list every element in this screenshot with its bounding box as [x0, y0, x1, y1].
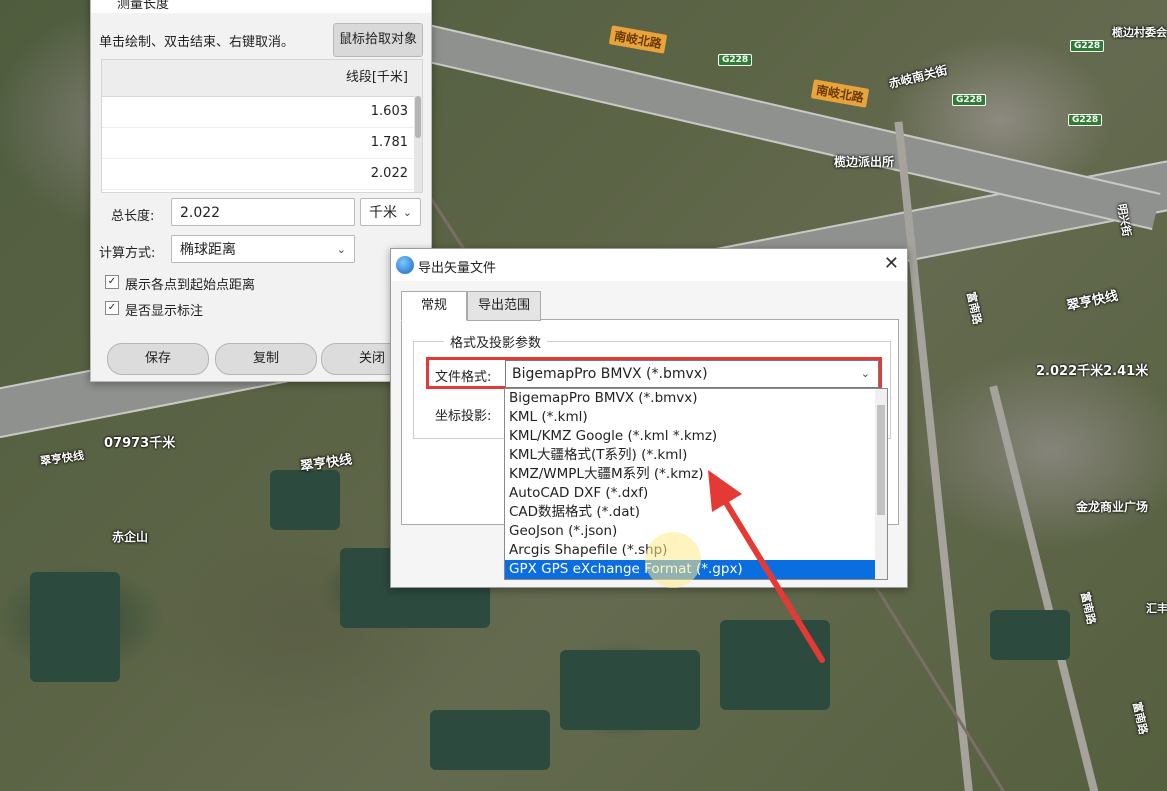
checkbox-show-distance-label: 展示各点到起始点距离: [125, 278, 256, 293]
unit-select[interactable]: 千米 ⌄: [360, 198, 421, 226]
place-label: 榄边派出所: [834, 155, 895, 169]
pond: [30, 572, 120, 682]
format-option[interactable]: AutoCAD DXF (*.dxf): [505, 484, 875, 503]
pond: [270, 470, 340, 530]
group-title: 格式及投影参数: [444, 332, 548, 351]
panel-title: 测量长度: [117, 0, 170, 12]
total-length-label: 总长度:: [111, 209, 155, 224]
segment-row[interactable]: 1.603: [102, 97, 422, 128]
format-option[interactable]: CAD数据格式 (*.dat): [505, 503, 875, 522]
calc-method-value: 椭球距离: [180, 242, 236, 258]
segment-table[interactable]: 线段[千米] 1.603 1.781 2.022: [101, 59, 423, 193]
segment-column-header: 线段[千米]: [102, 60, 422, 97]
highway-shield: G228: [1068, 114, 1103, 126]
highway-shield: G228: [1070, 40, 1105, 52]
road-label: 翠亨快线: [39, 448, 85, 468]
unit-value: 千米: [369, 205, 397, 221]
road-label: 翠亨快线: [299, 452, 354, 475]
calc-method-select[interactable]: 椭球距离 ⌄: [171, 235, 355, 263]
measure-length-panel: 测量长度 单击绘制、双击结束、右键取消。 鼠标拾取对象 线段[千米] 1.603…: [90, 0, 432, 382]
tab-export-range[interactable]: 导出范围: [467, 291, 541, 321]
dialog-title: 导出矢量文件: [418, 261, 497, 276]
format-option[interactable]: KML/KMZ Google (*.kml *.kmz): [505, 427, 875, 446]
chevron-down-icon: ⌄: [336, 243, 346, 256]
hint-text: 单击绘制、双击结束、右键取消。: [99, 35, 295, 50]
format-option[interactable]: KMZ/WMPL大疆M系列 (*.kmz): [505, 465, 875, 484]
road-label: 翠亨快线: [1065, 288, 1120, 315]
street-label: 汇丰: [1146, 602, 1167, 615]
projection-label: 坐标投影:: [435, 409, 492, 424]
table-scroll-thumb[interactable]: [415, 96, 421, 138]
copy-button[interactable]: 复制: [215, 343, 317, 375]
close-icon[interactable]: ✕: [884, 253, 899, 274]
rail-line-2: [858, 560, 1021, 791]
street-label: 富南路: [1078, 590, 1098, 626]
highway-shield: G228: [952, 94, 987, 106]
upper-road: [411, 22, 1161, 230]
tab-general[interactable]: 常规: [401, 291, 467, 321]
street-label: 富南路: [964, 290, 984, 326]
measure-label: 2.022千米2.41米: [1036, 364, 1149, 379]
chevron-down-icon: ⌄: [860, 367, 870, 380]
pond: [430, 710, 550, 770]
checkbox-show-label[interactable]: ✓: [105, 301, 119, 315]
street-label: 富南路: [1130, 700, 1150, 736]
side-road-2: [989, 385, 1099, 791]
checkbox-show-distance[interactable]: ✓: [105, 275, 119, 289]
highway-shield: G228: [718, 54, 753, 66]
panel-titlebar[interactable]: 测量长度: [91, 0, 431, 13]
road-label: 南岐北路: [810, 79, 870, 108]
dialog-titlebar[interactable]: 导出矢量文件 ✕: [391, 249, 907, 281]
place-label: 赤岐南关街: [887, 62, 949, 92]
format-option[interactable]: BigemapPro BMVX (*.bmvx): [505, 389, 875, 408]
dropdown-scroll-thumb[interactable]: [877, 405, 885, 515]
measure-label: 07973千米: [104, 436, 176, 451]
pond: [720, 620, 830, 710]
segment-row[interactable]: 1.781: [102, 128, 422, 159]
segment-row[interactable]: 2.022: [102, 159, 422, 190]
chevron-down-icon: ⌄: [402, 206, 412, 219]
calc-method-label: 计算方式:: [99, 246, 156, 261]
total-length-field[interactable]: 2.022: [171, 198, 355, 226]
place-label: 金龙商业广场: [1076, 500, 1149, 514]
cursor-highlight: [645, 532, 701, 588]
format-option[interactable]: KML (*.kml): [505, 408, 875, 427]
save-button[interactable]: 保存: [107, 343, 209, 375]
file-format-select[interactable]: BigemapPro BMVX (*.bmvx) ⌄: [505, 360, 879, 388]
place-label: 榄边村委会: [1112, 26, 1167, 39]
app-logo-icon: [396, 256, 414, 274]
file-format-value: BigemapPro BMVX (*.bmvx): [512, 366, 708, 382]
checkbox-show-label-label: 是否显示标注: [125, 304, 204, 319]
road-label: 南岐北路: [608, 25, 668, 54]
pond: [560, 650, 700, 730]
format-option[interactable]: KML大疆格式(T系列) (*.kml): [505, 446, 875, 465]
place-label: 赤企山: [112, 530, 149, 544]
pond: [990, 610, 1070, 660]
pick-object-button[interactable]: 鼠标拾取对象: [333, 23, 423, 57]
